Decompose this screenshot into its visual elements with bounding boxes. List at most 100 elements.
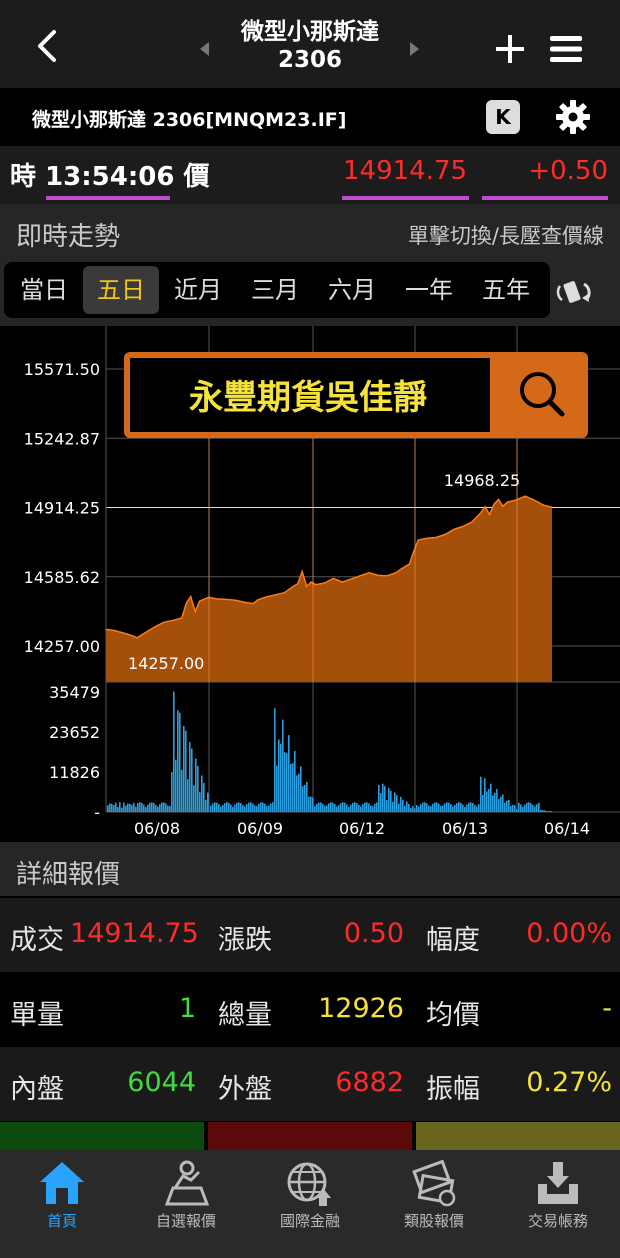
volume-bar <box>260 802 262 812</box>
volume-bar <box>550 811 552 812</box>
nav-international[interactable]: 國際金融 <box>248 1150 372 1258</box>
volume-bar <box>456 803 458 812</box>
volume-bar <box>143 804 145 812</box>
volume-bar <box>330 802 332 812</box>
volume-bar <box>520 804 522 812</box>
detail-row: 單量 1 總量 12926 均價 - <box>0 973 620 1047</box>
volume-bar <box>113 805 115 812</box>
tab-one-year[interactable]: 一年 <box>391 266 467 314</box>
x-tick-label: 06/13 <box>442 819 488 838</box>
volume-bar <box>474 805 476 812</box>
volume-bar <box>492 795 494 812</box>
volume-bar <box>432 803 434 812</box>
nav-home[interactable]: 首頁 <box>0 1150 124 1258</box>
volume-bar <box>169 806 171 812</box>
nav-label: 國際金融 <box>279 1212 340 1230</box>
volume-bar <box>546 811 548 812</box>
volume-bar <box>468 802 470 812</box>
volume-bar <box>418 806 420 812</box>
volume-bar <box>514 805 516 812</box>
watermark-text: 永豐期貨吳佳靜 <box>189 378 427 418</box>
tab-month[interactable]: 近月 <box>160 266 236 314</box>
volume-bar <box>232 807 234 812</box>
trend-chart[interactable]: 15571.50 15242.87 14914.25 14585.62 14257.00… <box>0 326 620 840</box>
limit-up-cell <box>208 1122 412 1152</box>
volume-bar <box>486 791 488 812</box>
volume-bar <box>171 772 173 812</box>
last-price[interactable]: 14914.75 <box>343 156 467 186</box>
volume-bar <box>205 799 207 812</box>
volume-bar <box>464 807 466 812</box>
volume-bar <box>360 806 362 812</box>
change-underline <box>482 196 608 200</box>
detail-title: 詳細報價 <box>16 860 121 890</box>
volume-bar <box>370 805 372 812</box>
x-tick-label: 06/12 <box>339 819 385 838</box>
detail-label: 幅度 <box>426 925 480 956</box>
volume-bar <box>424 802 426 812</box>
volume-bar <box>141 802 143 812</box>
volume-bar <box>109 803 111 812</box>
detail-label: 單量 <box>10 1000 64 1031</box>
nav-trade[interactable]: 交易帳務 <box>496 1150 620 1258</box>
symbol-label: 微型小那斯達 2306[MNQM23.IF] <box>32 109 347 131</box>
volume-bar <box>147 804 149 812</box>
volume-bar <box>444 803 446 812</box>
volume-bar <box>117 807 119 812</box>
tab-three-month[interactable]: 三月 <box>237 266 313 314</box>
volume-bar <box>410 807 412 812</box>
volume-bar <box>175 759 177 812</box>
detail-label: 總量 <box>218 1000 272 1031</box>
tab-six-month[interactable]: 六月 <box>314 266 390 314</box>
volume-bar <box>236 802 238 812</box>
volume-bar <box>544 810 546 812</box>
trend-section-header: 即時走勢 單擊切換/長壓查價線 <box>0 204 620 258</box>
tab-five-day[interactable]: 五日 <box>83 266 159 314</box>
volume-bar <box>290 763 292 812</box>
volume-bar <box>394 792 396 812</box>
volume-bar <box>446 802 448 812</box>
volume-bar <box>238 802 240 812</box>
add-icon[interactable] <box>494 33 526 65</box>
volume-bar <box>404 805 406 812</box>
next-contract-icon[interactable] <box>410 42 419 56</box>
volume-bar <box>536 804 538 812</box>
tab-five-year[interactable]: 五年 <box>468 266 544 314</box>
rotate-screen-icon[interactable] <box>556 278 596 306</box>
detail-value: 6882 <box>335 1067 404 1098</box>
period-tabs: 當日 五日 近月 三月 六月 一年 五年 <box>4 262 550 318</box>
limit-down-cell <box>0 1122 204 1152</box>
volume-bar <box>512 804 514 812</box>
volume-bar <box>224 803 226 812</box>
volume-bar <box>137 803 139 812</box>
volume-bar <box>145 807 147 812</box>
volume-bar <box>336 806 338 812</box>
trend-title: 即時走勢 <box>16 222 121 252</box>
detail-value: 0.00% <box>526 918 612 949</box>
k-chart-button[interactable]: K <box>486 100 520 134</box>
volume-bars <box>107 691 552 812</box>
volume-bar <box>318 802 320 812</box>
volume-bar <box>466 804 468 812</box>
nav-watchlist[interactable]: 自選報價 <box>124 1150 248 1258</box>
price-change[interactable]: +0.50 <box>528 156 608 186</box>
quote-time: 時 13:54:06 價 <box>10 156 210 193</box>
volume-bar <box>179 712 181 812</box>
gear-icon[interactable] <box>554 98 592 136</box>
volume-bar <box>340 803 342 812</box>
volume-bar <box>320 802 322 812</box>
volume-bar <box>352 802 354 812</box>
volume-bar <box>378 784 380 812</box>
nav-sector[interactable]: 類股報價 <box>372 1150 496 1258</box>
chart-area[interactable]: 15571.50 15242.87 14914.25 14585.62 14257.00… <box>0 326 620 840</box>
menu-icon[interactable] <box>548 33 584 65</box>
volume-bar <box>334 804 336 812</box>
back-arrow-icon[interactable] <box>30 28 66 64</box>
volume-bar <box>402 799 404 812</box>
price-prefix: 價 <box>183 162 210 192</box>
volume-bar <box>350 804 352 812</box>
tab-today[interactable]: 當日 <box>6 266 82 314</box>
volume-bar <box>129 803 131 812</box>
volume-bar <box>256 806 258 812</box>
trend-hint: 單擊切換/長壓查價線 <box>407 224 604 248</box>
